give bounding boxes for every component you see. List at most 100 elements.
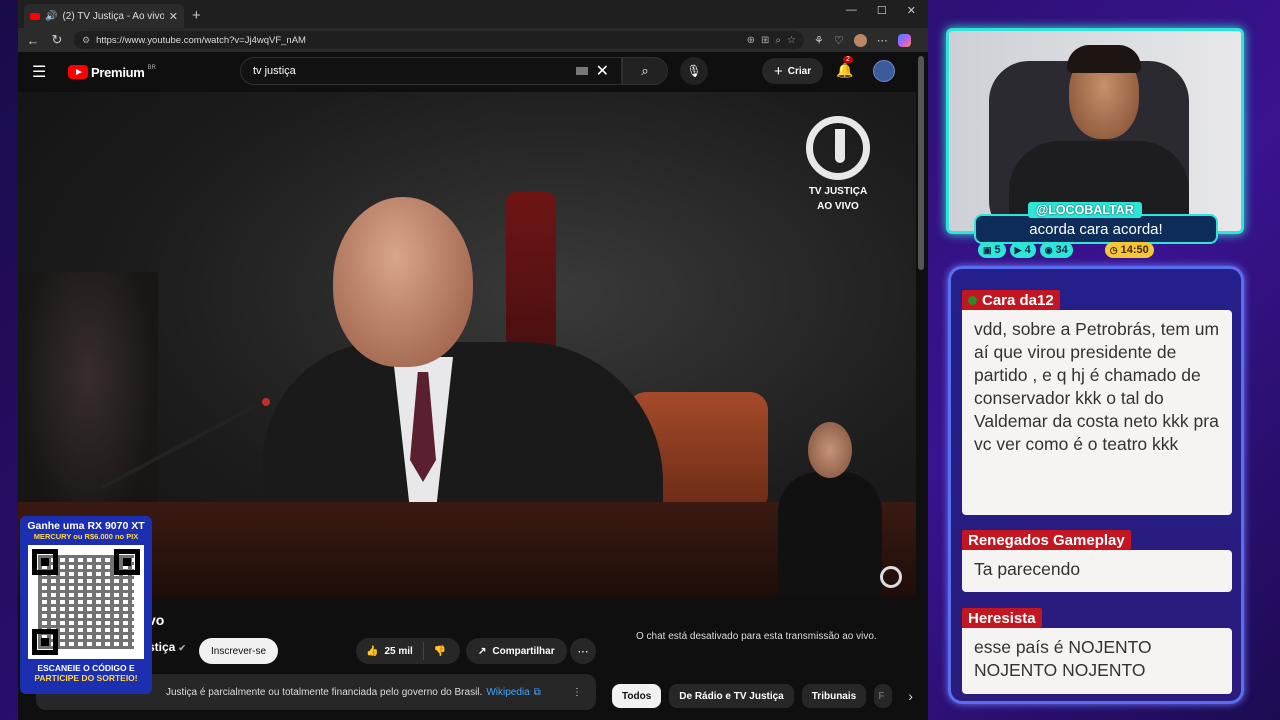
menu-hamburger-icon[interactable]: ☰	[32, 62, 56, 82]
favorite-star-icon[interactable]: ☆	[787, 35, 796, 46]
plus-icon: +	[774, 62, 783, 80]
youtube-header: ☰ Premium BR tv justiça ✕ ⌕ 🎙 + Criar 🔔 …	[18, 52, 928, 92]
browser-tab[interactable]: 🔊 (2) TV Justiça - Ao vivo - You ✕	[24, 4, 184, 28]
verified-icon: ✔	[178, 643, 186, 653]
zoom-icon[interactable]: ⌕	[775, 35, 781, 46]
reload-icon[interactable]: ↻	[50, 32, 64, 48]
chat-author-name: Renegados Gameplay	[968, 531, 1125, 549]
chat-author: Heresista	[962, 608, 1042, 628]
chip-tribunais[interactable]: Tribunais	[801, 684, 867, 708]
speaker-head	[333, 197, 473, 367]
maximize-button[interactable]: ☐	[877, 4, 887, 17]
clear-search-icon[interactable]: ✕	[596, 61, 609, 81]
browser-window: 🔊 (2) TV Justiça - Ao vivo - You ✕ + — ☐…	[18, 0, 928, 720]
notifications-button[interactable]: 🔔 2	[836, 56, 854, 79]
radio-tv-justica-watermark-icon	[880, 566, 902, 588]
youtube-count: 4	[1024, 244, 1031, 256]
microphone-icon: 🎙	[686, 64, 702, 78]
info-menu-icon[interactable]: ⋮	[572, 687, 582, 698]
like-dislike-pill: 👍 25 mil 👎	[356, 638, 460, 664]
brand-line1: TV JUSTIÇA	[808, 186, 868, 197]
translate-icon[interactable]: ⊕	[747, 35, 755, 46]
qr-code	[28, 545, 144, 659]
external-link-icon[interactable]: ⧉	[534, 687, 541, 698]
subscribe-button[interactable]: Inscrever-se	[199, 638, 279, 664]
page-scrollbar[interactable]	[918, 56, 924, 270]
chat-author-name: Heresista	[968, 609, 1036, 627]
search-button[interactable]: ⌕	[622, 57, 668, 85]
more-actions-button[interactable]: ⋯	[570, 638, 596, 664]
search-input[interactable]: tv justiça ✕	[240, 57, 622, 85]
sign-language-interpreter	[770, 422, 890, 597]
chat-author: Renegados Gameplay	[962, 530, 1131, 550]
chip-partial[interactable]: F	[874, 684, 893, 708]
featured-username: @LOCOBALTAR	[1028, 202, 1142, 218]
url-text: https://www.youtube.com/watch?v=Jj4wqVF_…	[96, 34, 306, 46]
promo-line4: PARTICIPE DO SORTEIO!	[34, 673, 138, 683]
chip-todos[interactable]: Todos	[612, 684, 662, 708]
bell-icon: 🔔	[836, 62, 854, 78]
chat-count-stat: ▣ 5	[978, 242, 1006, 258]
youtube-play-icon	[68, 65, 88, 79]
share-label: Compartilhar	[492, 645, 555, 657]
youtube-favicon-icon	[30, 12, 40, 20]
menu-dots-icon[interactable]: ⋯	[877, 34, 888, 47]
minimize-button[interactable]: —	[846, 4, 857, 17]
youtube-count-stat: ▶ 4	[1009, 242, 1036, 258]
chat-message: esse país é NOJENTO NOJENTO NOJENTO	[962, 628, 1232, 694]
account-avatar[interactable]	[873, 60, 895, 82]
youtube-logo[interactable]: Premium BR	[68, 65, 156, 80]
search-icon: ⌕	[641, 63, 649, 78]
like-count: 25 mil	[384, 645, 413, 657]
profile-avatar[interactable]	[853, 33, 867, 47]
user-badge-icon	[968, 295, 977, 305]
performance-icon[interactable]: ♡	[834, 34, 844, 47]
voice-search-button[interactable]: 🎙	[680, 57, 708, 85]
wikipedia-link[interactable]: Wikipedia	[486, 687, 529, 698]
stream-timer: ◷ 14:50	[1104, 242, 1154, 258]
clock-icon: ◷	[1109, 244, 1118, 255]
dislike-button[interactable]: 👎	[424, 646, 456, 657]
share-button[interactable]: ↗ Compartilhar	[466, 638, 567, 664]
site-info-icon[interactable]: ⚙	[82, 35, 90, 46]
background-person	[18, 272, 158, 532]
create-label: Criar	[787, 65, 812, 77]
chip-radio-tv-justica[interactable]: De Rádio e TV Justiça	[669, 684, 794, 708]
video-player[interactable]: TV JUSTIÇA AO VIVO	[18, 92, 916, 597]
chevron-right-icon[interactable]: ›	[908, 688, 913, 704]
close-window-button[interactable]: ✕	[907, 4, 916, 17]
close-tab-icon[interactable]: ✕	[169, 10, 178, 23]
like-button[interactable]: 👍 25 mil	[356, 642, 424, 660]
channel-name[interactable]: stiça ✔	[148, 640, 186, 654]
thumbs-down-icon: 👎	[433, 645, 447, 657]
brand-line2: AO VIVO	[817, 201, 859, 212]
youtube-icon: ▶	[1014, 244, 1022, 255]
tv-justica-brand: TV JUSTIÇA AO VIVO	[788, 184, 888, 214]
url-field[interactable]: ⚙ https://www.youtube.com/watch?v=Jj4wqV…	[74, 31, 804, 49]
extensions-icon[interactable]: ⚘	[814, 34, 824, 47]
create-button[interactable]: + Criar	[762, 58, 824, 84]
chat-author-name: Cara da12	[982, 291, 1054, 309]
chat-message: vdd, sobre a Petrobrás, tem um aí que vi…	[962, 310, 1232, 515]
window-controls: — ☐ ✕	[846, 4, 924, 17]
stream-time: 14:50	[1120, 244, 1149, 256]
giveaway-promo: Ganhe uma RX 9070 XT MERCURY ou R$6.000 …	[20, 516, 152, 694]
app-icon[interactable]: ⊞	[761, 35, 769, 46]
viewers-icon: ◉	[1044, 244, 1053, 255]
more-dots-icon: ⋯	[577, 645, 589, 658]
keyboard-icon[interactable]	[575, 67, 588, 75]
stream-stats: ▣ 5 ▶ 4 ◉ 34 ◷ 14:50	[978, 242, 1154, 258]
chat-bubble-icon: ▣	[983, 244, 992, 255]
viewer-count-stat: ◉ 34	[1039, 242, 1073, 258]
new-tab-button[interactable]: +	[192, 7, 201, 24]
viewer-count: 34	[1055, 244, 1068, 256]
tab-bar: 🔊 (2) TV Justiça - Ao vivo - You ✕ + — ☐…	[18, 0, 928, 28]
logo-region: BR	[147, 65, 156, 71]
chat-author: Cara da12	[962, 290, 1060, 310]
promo-line1: Ganhe uma RX 9070 XT	[27, 520, 145, 532]
address-bar-row: ← ↻ ⚙ https://www.youtube.com/watch?v=Jj…	[18, 28, 928, 52]
audio-icon[interactable]: 🔊	[45, 11, 57, 22]
copilot-icon[interactable]	[897, 33, 911, 47]
chat-disabled-notice: O chat está desativado para esta transmi…	[636, 631, 877, 642]
back-icon[interactable]: ←	[26, 33, 40, 48]
